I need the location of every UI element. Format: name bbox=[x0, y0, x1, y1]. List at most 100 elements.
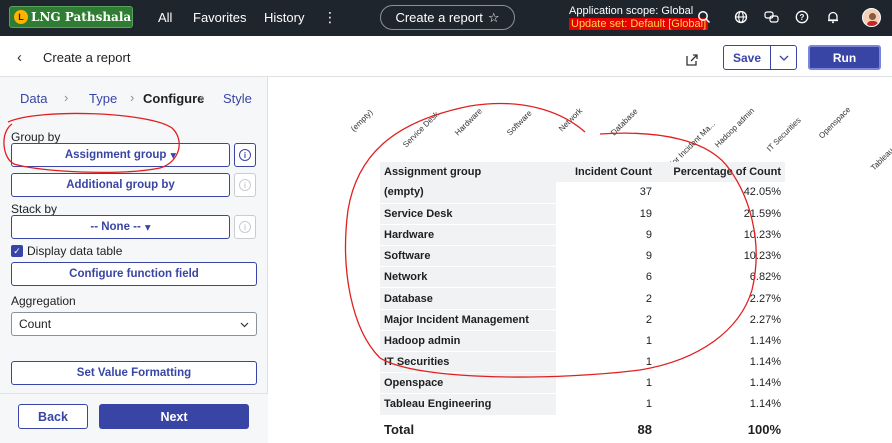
cell-percentage: 1.14% bbox=[656, 372, 785, 395]
info-icon: i bbox=[239, 179, 251, 191]
cell-percentage: 1.14% bbox=[656, 351, 785, 374]
table-row[interactable]: Network 6 6.82% bbox=[380, 266, 785, 289]
save-label: Save bbox=[732, 50, 762, 65]
tab-data[interactable]: Data bbox=[20, 91, 47, 106]
save-button[interactable]: Save bbox=[723, 45, 797, 70]
axis-tick-label: Database bbox=[609, 106, 640, 137]
top-navigation-bar: L LNG Pathshala All Favorites History ⋮ … bbox=[0, 0, 892, 36]
table-row[interactable]: (empty) 37 42.05% bbox=[380, 182, 785, 204]
tab-configure[interactable]: Configure bbox=[143, 91, 204, 106]
nav-favorites[interactable]: Favorites bbox=[193, 10, 246, 25]
cell-incident-count: 2 bbox=[556, 309, 656, 331]
page-title: Create a report bbox=[43, 50, 131, 65]
set-value-formatting-button[interactable]: Set Value Formatting bbox=[11, 361, 257, 385]
run-button[interactable]: Run bbox=[808, 45, 881, 70]
table-header-row: Assignment group Incident Count Percenta… bbox=[380, 162, 785, 182]
table-row[interactable]: Software 9 10.23% bbox=[380, 245, 785, 268]
info-icon: i bbox=[239, 221, 251, 233]
group-by-select[interactable]: Assignment group ▾ bbox=[11, 143, 230, 167]
cell-incident-count: 1 bbox=[556, 372, 656, 395]
chevron-down-icon bbox=[240, 317, 249, 331]
cell-assignment-group: Major Incident Management bbox=[380, 309, 556, 331]
table-row[interactable]: Openspace 1 1.14% bbox=[380, 372, 785, 395]
cell-assignment-group: Hadoop admin bbox=[380, 330, 556, 353]
wizard-footer: Back Next bbox=[0, 393, 268, 443]
aggregation-select[interactable]: Count bbox=[11, 312, 257, 336]
table-row[interactable]: Service Desk 19 21.59% bbox=[380, 203, 785, 225]
group-by-label: Group by bbox=[11, 130, 61, 144]
table-row[interactable]: IT Securities 1 1.14% bbox=[380, 351, 785, 374]
table-row[interactable]: Database 2 2.27% bbox=[380, 287, 785, 310]
cell-incident-count: 9 bbox=[556, 224, 656, 247]
column-header-percentage[interactable]: Percentage of Count bbox=[656, 162, 785, 182]
cell-assignment-group: Openspace bbox=[380, 372, 556, 395]
stack-by-info-button: i bbox=[234, 215, 256, 239]
cell-assignment-group: IT Securities bbox=[380, 351, 556, 374]
caret-down-icon: ▾ bbox=[144, 222, 151, 234]
aggregation-label: Aggregation bbox=[11, 294, 76, 308]
column-header-assignment-group[interactable]: Assignment group bbox=[380, 162, 556, 182]
chevron-down-icon[interactable] bbox=[771, 55, 796, 61]
create-report-pill[interactable]: Create a report ☆ bbox=[380, 5, 515, 30]
cell-assignment-group: (empty) bbox=[380, 182, 556, 204]
step-tabs: Data › Type › Configure › Style bbox=[0, 77, 268, 119]
configure-function-field-button[interactable]: Configure function field bbox=[11, 262, 257, 286]
table-row[interactable]: Hadoop admin 1 1.14% bbox=[380, 330, 785, 353]
more-menu-icon[interactable]: ⋮ bbox=[323, 9, 337, 26]
cell-incident-count: 2 bbox=[556, 287, 656, 310]
nav-history[interactable]: History bbox=[264, 10, 304, 25]
logo-text: LNG Pathshala bbox=[31, 10, 132, 24]
cell-percentage: 1.14% bbox=[656, 393, 785, 416]
additional-group-by-info-button: i bbox=[234, 173, 256, 197]
display-data-table-option[interactable]: ✓ Display data table bbox=[11, 244, 122, 258]
cell-assignment-group: Service Desk bbox=[380, 203, 556, 225]
chevron-right-icon: › bbox=[130, 90, 135, 105]
bell-icon[interactable] bbox=[825, 9, 841, 25]
nav-all[interactable]: All bbox=[158, 10, 172, 25]
update-set-badge[interactable]: Update set: Default [Global] bbox=[569, 18, 709, 30]
axis-tick-label: Openspace bbox=[817, 104, 853, 141]
user-avatar[interactable] bbox=[862, 8, 881, 27]
logo-mark: L bbox=[14, 10, 28, 24]
cell-incident-count: 37 bbox=[556, 182, 656, 204]
total-percentage: 100% bbox=[656, 414, 785, 443]
axis-tick-label: (empty) bbox=[349, 108, 375, 134]
report-preview: (empty) Service Desk Hardware Software Netwo… bbox=[269, 77, 892, 443]
cell-assignment-group: Network bbox=[380, 266, 556, 289]
cell-percentage: 42.05% bbox=[656, 182, 785, 204]
chat-icon[interactable] bbox=[763, 9, 779, 25]
help-icon[interactable]: ? bbox=[794, 9, 810, 25]
axis-tick-label: Software bbox=[505, 108, 534, 137]
search-icon[interactable] bbox=[696, 9, 712, 25]
table-row[interactable]: Major Incident Management 2 2.27% bbox=[380, 309, 785, 331]
axis-tick-label: Network bbox=[557, 106, 585, 134]
chevron-right-icon: › bbox=[200, 90, 205, 105]
next-button[interactable]: Next bbox=[99, 404, 249, 429]
cell-assignment-group: Database bbox=[380, 287, 556, 310]
table-row[interactable]: Hardware 9 10.23% bbox=[380, 224, 785, 247]
share-out-icon[interactable] bbox=[684, 52, 700, 68]
table-row[interactable]: Tableau Engineering 1 1.14% bbox=[380, 393, 785, 416]
axis-tick-label: Service Desk bbox=[401, 110, 441, 150]
cell-assignment-group: Tableau Engineering bbox=[380, 393, 556, 416]
tab-style[interactable]: Style bbox=[223, 91, 252, 106]
application-scope[interactable]: Application scope: Global Update set: De… bbox=[569, 5, 709, 31]
cell-percentage: 2.27% bbox=[656, 287, 785, 310]
column-header-incident-count[interactable]: Incident Count bbox=[556, 162, 656, 182]
tab-type[interactable]: Type bbox=[89, 91, 117, 106]
logo[interactable]: L LNG Pathshala bbox=[9, 6, 133, 28]
chevron-right-icon: › bbox=[64, 90, 69, 105]
cell-incident-count: 9 bbox=[556, 245, 656, 268]
checkbox-checked-icon[interactable]: ✓ bbox=[11, 245, 23, 257]
back-chevron-icon[interactable]: ‹ bbox=[17, 49, 22, 66]
group-by-value: Assignment group bbox=[64, 149, 167, 161]
globe-icon[interactable] bbox=[733, 9, 749, 25]
star-icon[interactable]: ☆ bbox=[488, 10, 500, 26]
additional-group-by-button[interactable]: Additional group by bbox=[11, 173, 230, 197]
cell-percentage: 21.59% bbox=[656, 203, 785, 225]
stack-by-select[interactable]: -- None -- ▾ bbox=[11, 215, 230, 239]
group-by-info-button[interactable]: i bbox=[234, 143, 256, 167]
back-button[interactable]: Back bbox=[18, 404, 88, 429]
cell-percentage: 10.23% bbox=[656, 245, 785, 268]
configure-panel: Data › Type › Configure › Style Group by… bbox=[0, 77, 268, 443]
